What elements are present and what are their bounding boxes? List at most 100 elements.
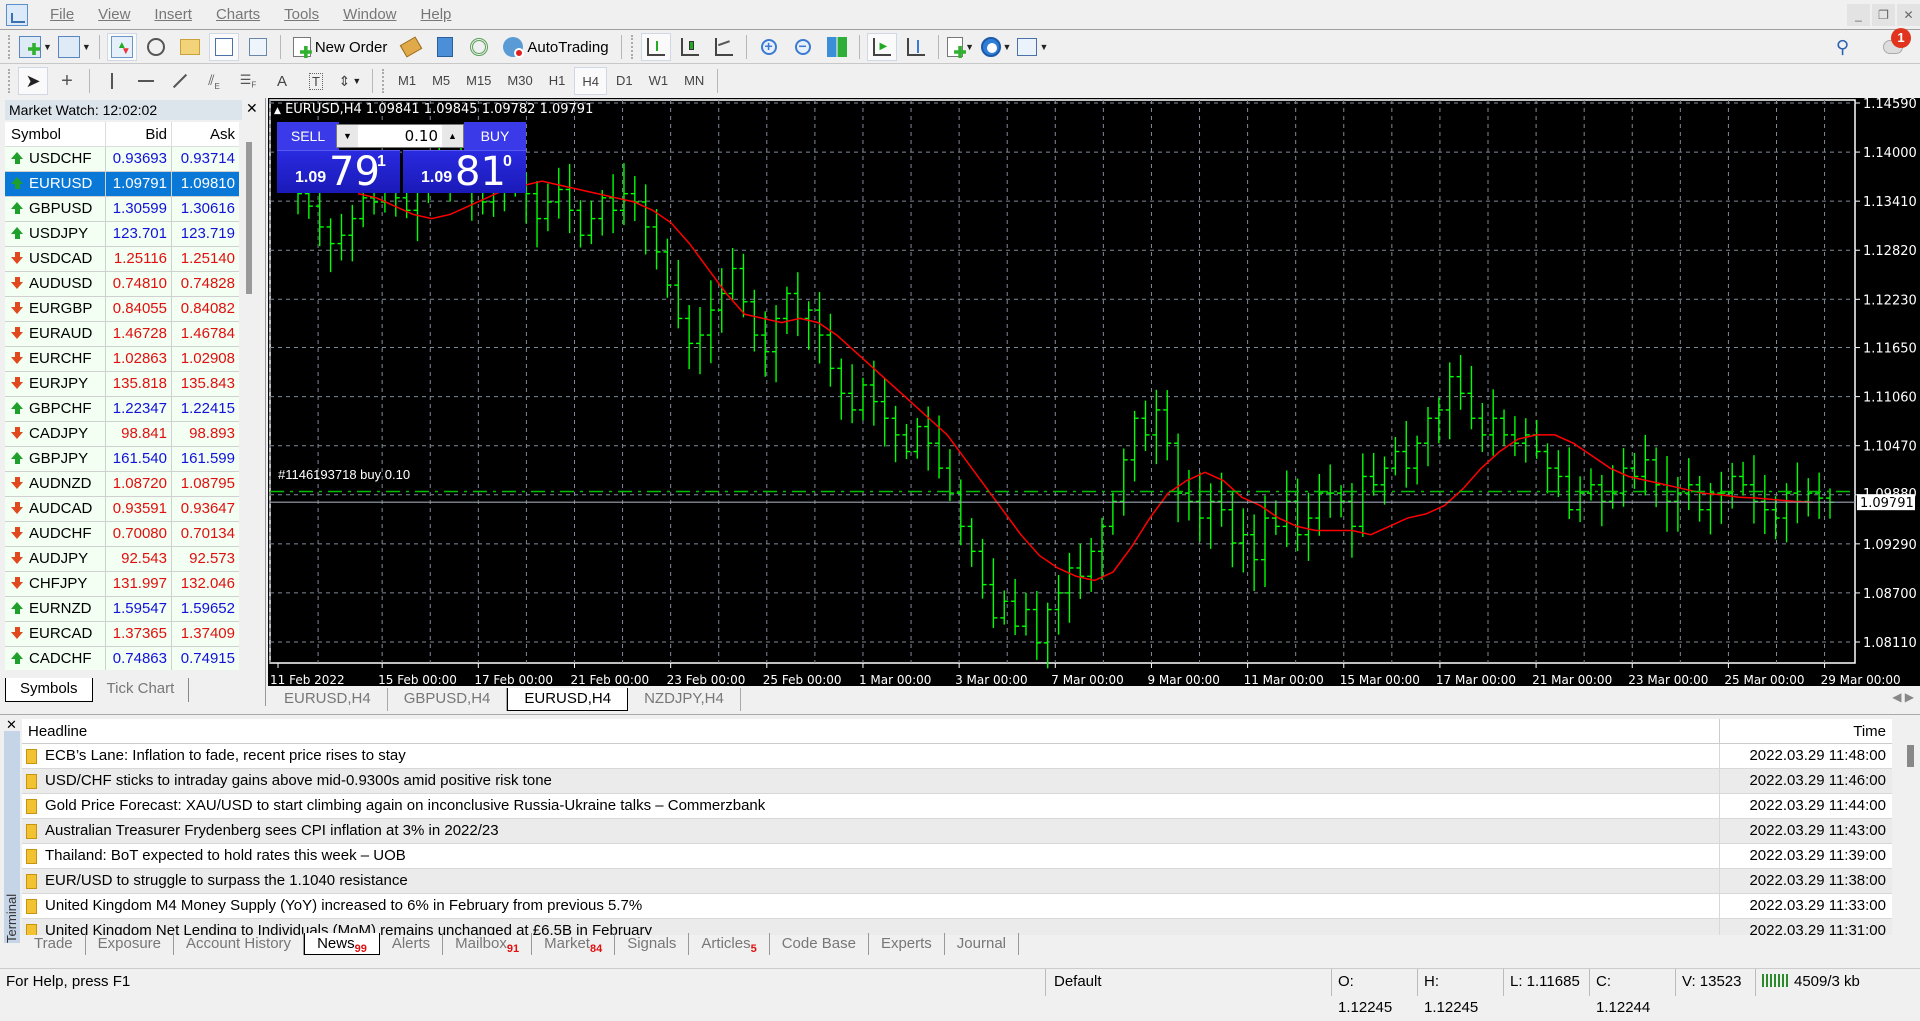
vertical-scrollbar[interactable] bbox=[1907, 745, 1914, 767]
table-row[interactable]: GBPJPY 161.540 161.599 bbox=[5, 447, 239, 472]
market-watch-toggle[interactable]: ▲ ▼ bbox=[106, 33, 137, 61]
tab-account-history[interactable]: Account History bbox=[174, 933, 305, 955]
news-row[interactable]: United Kingdom M4 Money Supply (YoY) inc… bbox=[22, 894, 1892, 919]
news-row[interactable]: Gold Price Forecast: XAU/USD to start cl… bbox=[22, 794, 1892, 819]
data-window-toggle[interactable] bbox=[141, 33, 171, 61]
autotrading-button[interactable]: AutoTrading bbox=[498, 33, 613, 61]
tab-mailbox[interactable]: Mailbox91 bbox=[443, 933, 533, 955]
order-line-label[interactable]: #1146193718 buy 0.10 bbox=[278, 467, 410, 482]
table-row[interactable]: AUDCAD 0.93591 0.93647 bbox=[5, 497, 239, 522]
news-row[interactable]: Australian Treasurer Frydenberg sees CPI… bbox=[22, 819, 1892, 844]
table-row[interactable]: CADJPY 98.841 98.893 bbox=[5, 422, 239, 447]
table-row[interactable]: AUDCHF 0.70080 0.70134 bbox=[5, 522, 239, 547]
timeframe-m1-button[interactable]: M1 bbox=[391, 67, 423, 95]
horizontal-line-tool[interactable] bbox=[131, 67, 161, 95]
candlestick-chart-button[interactable] bbox=[675, 33, 705, 61]
terminal-toggle[interactable] bbox=[208, 33, 239, 61]
news-row[interactable]: Thailand: BoT expected to hold rates thi… bbox=[22, 844, 1892, 869]
tab-journal[interactable]: Journal bbox=[945, 933, 1019, 955]
close-icon[interactable]: ✕ bbox=[246, 100, 258, 117]
timeframe-h1-button[interactable]: H1 bbox=[542, 67, 573, 95]
line-chart-button[interactable] bbox=[709, 33, 739, 61]
crosshair-tool[interactable]: + bbox=[52, 67, 82, 95]
toolbar-grip[interactable] bbox=[630, 35, 635, 59]
bar-chart-button[interactable] bbox=[640, 33, 671, 61]
profiles-button[interactable]: ▼ bbox=[57, 33, 92, 61]
table-row[interactable]: GBPCHF 1.22347 1.22415 bbox=[5, 397, 239, 422]
tab-exposure[interactable]: Exposure bbox=[86, 933, 175, 955]
timeframe-mn-button[interactable]: MN bbox=[677, 67, 711, 95]
column-header-ask[interactable]: Ask bbox=[172, 122, 239, 146]
table-row[interactable]: EURUSD 1.09791 1.09810 bbox=[5, 172, 239, 197]
table-row[interactable]: EURCHF 1.02863 1.02908 bbox=[5, 347, 239, 372]
column-header-time[interactable]: Time bbox=[1720, 719, 1892, 743]
menu-item-insert[interactable]: Insert bbox=[142, 6, 204, 23]
trendline-tool[interactable] bbox=[165, 67, 195, 95]
table-row[interactable]: EURNZD 1.59547 1.59652 bbox=[5, 597, 239, 622]
autoscroll-button[interactable]: ▶ bbox=[866, 33, 897, 61]
tab-scroll-arrows[interactable]: ◀ ▶ bbox=[1892, 690, 1914, 704]
menu-item-file[interactable]: File bbox=[38, 6, 86, 23]
periods-button[interactable]: ▼ bbox=[980, 33, 1013, 61]
timeframe-d1-button[interactable]: D1 bbox=[609, 67, 640, 95]
sell-button[interactable]: SELL bbox=[277, 122, 339, 150]
templates-button[interactable]: ▼ bbox=[1016, 33, 1049, 61]
text-label-tool[interactable]: T bbox=[301, 67, 331, 95]
table-row[interactable]: GBPUSD 1.30599 1.30616 bbox=[5, 197, 239, 222]
tab-code-base[interactable]: Code Base bbox=[770, 933, 869, 955]
vertical-scrollbar[interactable] bbox=[246, 142, 252, 294]
strategy-tester-toggle[interactable] bbox=[243, 33, 273, 61]
search-button[interactable]: ⚲ bbox=[1828, 33, 1858, 61]
tab-tick-chart[interactable]: Tick Chart bbox=[93, 678, 190, 702]
table-row[interactable]: USDCAD 1.25116 1.25140 bbox=[5, 247, 239, 272]
table-row[interactable]: USDJPY 123.701 123.719 bbox=[5, 222, 239, 247]
tab-articles[interactable]: Articles5 bbox=[689, 933, 770, 955]
table-row[interactable]: EURJPY 135.818 135.843 bbox=[5, 372, 239, 397]
new-chart-button[interactable]: ▼ bbox=[18, 33, 53, 61]
collapse-arrow-icon[interactable]: ▲ bbox=[274, 106, 281, 116]
chart-tab[interactable]: EURUSD,H4 bbox=[268, 688, 388, 711]
signals-button[interactable] bbox=[464, 33, 494, 61]
buy-price-button[interactable]: 1.09 81 0 bbox=[403, 149, 526, 195]
restore-button[interactable]: ❐ bbox=[1872, 4, 1895, 26]
fibonacci-tool[interactable]: ☰F bbox=[233, 67, 263, 95]
text-tool[interactable]: A bbox=[267, 67, 297, 95]
table-row[interactable]: EURGBP 0.84055 0.84082 bbox=[5, 297, 239, 322]
metaeditor-button[interactable] bbox=[396, 33, 426, 61]
menu-item-window[interactable]: Window bbox=[331, 6, 408, 23]
tile-windows-button[interactable] bbox=[822, 33, 852, 61]
sell-price-button[interactable]: 1.09 79 1 bbox=[277, 149, 400, 195]
chart-tab[interactable]: NZDJPY,H4 bbox=[628, 688, 741, 711]
chart-tab[interactable]: GBPUSD,H4 bbox=[388, 688, 508, 711]
zoom-out-button[interactable]: − bbox=[788, 33, 818, 61]
table-row[interactable]: AUDUSD 0.74810 0.74828 bbox=[5, 272, 239, 297]
arrows-tool[interactable]: ⇕ ▼ bbox=[335, 67, 365, 95]
virtual-hosting-button[interactable] bbox=[430, 33, 460, 61]
minimize-button[interactable]: _ bbox=[1847, 4, 1870, 26]
toolbar-grip[interactable] bbox=[8, 35, 12, 59]
table-row[interactable]: EURAUD 1.46728 1.46784 bbox=[5, 322, 239, 347]
chart-tab[interactable]: EURUSD,H4 bbox=[507, 688, 629, 711]
column-header-bid[interactable]: Bid bbox=[106, 122, 172, 146]
tab-symbols[interactable]: Symbols bbox=[5, 678, 93, 702]
close-window-button[interactable]: ✕ bbox=[1897, 4, 1920, 26]
table-row[interactable]: EURCAD 1.37365 1.37409 bbox=[5, 622, 239, 647]
table-row[interactable]: AUDNZD 1.08720 1.08795 bbox=[5, 472, 239, 497]
tab-signals[interactable]: Signals bbox=[615, 933, 690, 955]
chart-window[interactable]: 1.14590 1.14000 1.13410 1.12820 1.12230 1.116… bbox=[268, 98, 1920, 686]
toolbar-grip[interactable] bbox=[382, 69, 386, 93]
news-row[interactable]: EUR/USD to struggle to surpass the 1.104… bbox=[22, 869, 1892, 894]
volume-input[interactable] bbox=[358, 125, 442, 147]
volume-increase-button[interactable]: ▲ bbox=[442, 125, 463, 147]
status-connection[interactable]: 4509/3 kb bbox=[1756, 969, 1866, 996]
new-order-button[interactable]: New Order bbox=[288, 33, 393, 61]
menu-item-charts[interactable]: Charts bbox=[204, 6, 272, 23]
table-row[interactable]: CADCHF 0.74863 0.74915 bbox=[5, 647, 239, 670]
buy-button[interactable]: BUY bbox=[464, 122, 526, 150]
indicators-button[interactable]: ▼ bbox=[946, 33, 976, 61]
tab-market[interactable]: Market84 bbox=[532, 933, 616, 955]
equidistant-channel-tool[interactable]: ⫽E bbox=[199, 67, 229, 95]
volume-decrease-button[interactable]: ▼ bbox=[337, 125, 358, 147]
column-header-headline[interactable]: Headline bbox=[22, 719, 1720, 743]
tab-experts[interactable]: Experts bbox=[869, 933, 945, 955]
